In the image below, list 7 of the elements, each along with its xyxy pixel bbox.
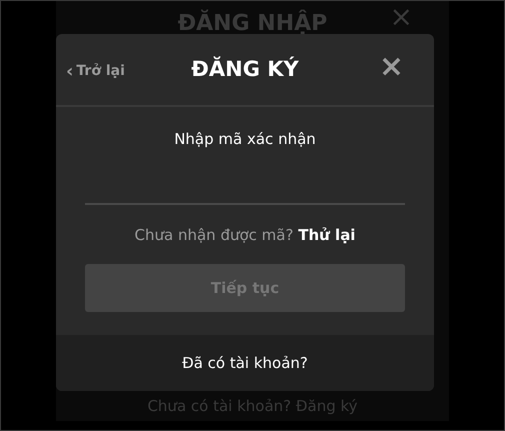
- close-button[interactable]: ×: [378, 52, 404, 82]
- resend-text: Chưa nhận được mã? Thử lại: [134, 224, 356, 246]
- retry-link[interactable]: Thử lại: [298, 226, 356, 244]
- back-link[interactable]: ‹ Trở lại: [66, 61, 125, 82]
- dialog-title: ĐĂNG KÝ: [191, 55, 299, 83]
- code-prompt: Nhập mã xác nhận: [174, 129, 316, 150]
- login-link[interactable]: Đã có tài khoản?: [182, 352, 308, 374]
